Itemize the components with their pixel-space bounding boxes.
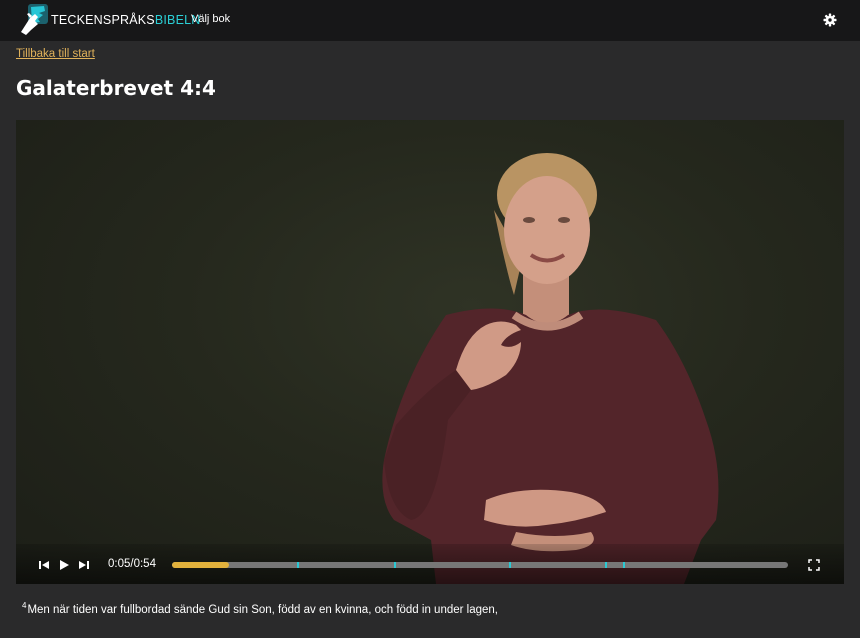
back-to-start-link[interactable]: Tillbaka till start	[16, 48, 95, 60]
chapter-marker[interactable]	[509, 562, 511, 568]
skip-back-icon[interactable]	[38, 559, 50, 571]
brand-name[interactable]: TECKENSPRÅKSBIBELN	[51, 13, 201, 27]
skip-forward-icon[interactable]	[78, 559, 90, 571]
time-display: 0:05/0:54	[108, 558, 156, 570]
progress-bar[interactable]	[172, 562, 788, 568]
progress-fill	[172, 562, 229, 568]
chapter-marker[interactable]	[623, 562, 625, 568]
gear-icon[interactable]	[822, 12, 838, 28]
brand-part-1: TECKENSPRÅKS	[51, 13, 155, 27]
verse-body: Men när tiden var fullbordad sände Gud s…	[27, 604, 498, 616]
video-player[interactable]: 0:05/0:54	[16, 120, 844, 584]
chapter-marker[interactable]	[605, 562, 607, 568]
fullscreen-icon[interactable]	[808, 559, 820, 571]
sign-language-presenter-image	[382, 153, 719, 584]
choose-book-link[interactable]: Välj bok	[191, 13, 230, 25]
verse-number: 4	[22, 601, 27, 610]
video-controls: 0:05/0:54	[16, 544, 844, 584]
verse-text: 4Men när tiden var fullbordad sände Gud …	[22, 601, 498, 616]
chapter-marker[interactable]	[394, 562, 396, 568]
page-title: Galaterbrevet 4:4	[16, 76, 216, 100]
hand-sign-logo-icon[interactable]	[18, 2, 50, 36]
top-navbar: TECKENSPRÅKSBIBELN Välj bok	[0, 0, 860, 41]
play-icon[interactable]	[58, 559, 70, 571]
chapter-marker[interactable]	[297, 562, 299, 568]
